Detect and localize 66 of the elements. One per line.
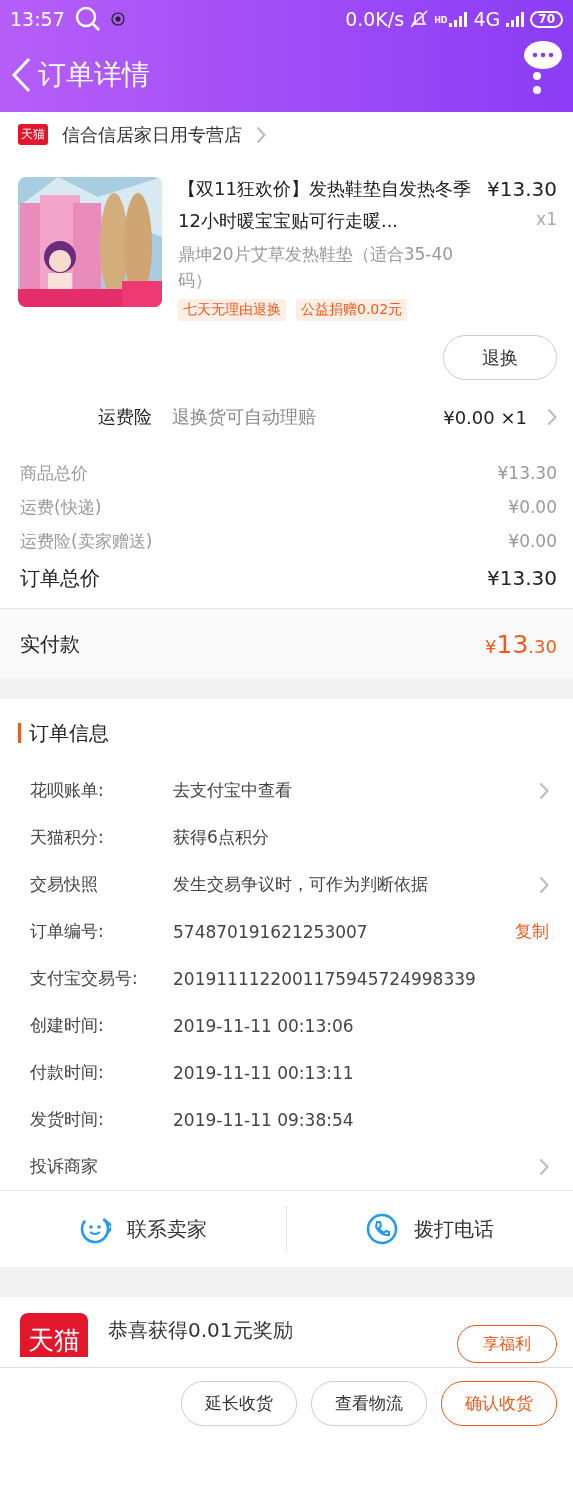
insurance-label: 运费险	[98, 405, 152, 429]
store-name[interactable]: 信合信居家日用专营店	[62, 122, 242, 147]
service-tag: 公益捐赠0.02元	[296, 299, 408, 321]
info-label: 创建时间:	[30, 1014, 105, 1037]
chevron-right-icon	[539, 781, 549, 800]
chevron-right-icon	[539, 1157, 549, 1176]
info-value: 去支付宝中查看	[173, 779, 293, 802]
info-label: 支付宝交易号:	[30, 967, 139, 990]
fee-value: ¥0.00	[508, 531, 557, 551]
clock-time: 13:57	[10, 8, 65, 30]
action-button[interactable]: 查看物流	[311, 1380, 427, 1426]
back-icon[interactable]	[10, 57, 32, 93]
signal-icon	[505, 10, 526, 28]
info-value: 2019-11-11 00:13:06	[173, 1015, 355, 1036]
action-button[interactable]: 延长收货	[181, 1380, 297, 1426]
service-tag: 七天无理由退换	[178, 299, 286, 321]
search-icon	[74, 6, 101, 32]
fee-label: 运费险(卖家赠送)	[20, 529, 153, 553]
section-title: 订单信息	[29, 719, 109, 747]
info-label: 天猫积分:	[30, 826, 105, 849]
fee-label: 商品总价	[20, 461, 88, 485]
total-value: ¥13.30	[487, 566, 557, 590]
info-value: 574870191621253007	[173, 921, 369, 942]
contact-button[interactable]: 拨打电话	[286, 1206, 573, 1252]
insurance-description: 退换货可自动理赔	[172, 405, 317, 429]
reward-message: 恭喜获得0.01元奖励	[108, 1317, 294, 1344]
info-label[interactable]: 投诉商家	[30, 1155, 173, 1178]
info-label[interactable]: 交易快照	[30, 873, 173, 896]
chevron-right-icon	[547, 408, 557, 426]
coin-icon	[110, 12, 125, 26]
product-title[interactable]: 【双11狂欢价】发热鞋垫自发热冬季12小时暖宝宝贴可行走暖...	[178, 173, 471, 237]
info-value: 2019111122001175945724998339	[173, 968, 477, 989]
hd-label: HD	[434, 16, 448, 25]
product-variant: 鼎坤20片艾草发热鞋垫（适合35-40码）	[178, 243, 455, 292]
info-value: 发生交易争议时，可作为判断依据	[173, 873, 429, 896]
fee-value: ¥13.30	[497, 463, 557, 483]
return-button[interactable]: 退换	[443, 335, 557, 380]
info-value: 2019-11-11 00:13:11	[173, 1062, 355, 1083]
info-value: 2019-11-11 09:38:54	[173, 1109, 355, 1130]
fee-value: ¥0.00	[508, 497, 557, 517]
benefit-button[interactable]: 享福利	[457, 1325, 557, 1363]
battery-level: 70	[530, 10, 563, 28]
chevron-right-icon	[256, 125, 266, 144]
tmall-logo: 天猫	[20, 1313, 88, 1357]
network-type: 4G	[473, 8, 501, 30]
paid-amount: ¥13.30	[485, 629, 557, 659]
phone-icon	[366, 1213, 398, 1245]
network-speed: 0.0K/s	[345, 8, 405, 30]
info-label[interactable]: 花呗账单:	[30, 779, 173, 802]
tmall-badge: 天猫	[18, 124, 48, 145]
insurance-price: ¥0.00 ×1	[443, 406, 527, 428]
total-label: 订单总价	[20, 564, 100, 592]
info-label: 订单编号:	[30, 920, 105, 943]
info-label: 付款时间:	[30, 1061, 105, 1084]
section-marker-icon	[18, 723, 21, 743]
product-quantity: x1	[535, 209, 557, 229]
fee-label: 运费(快递)	[20, 495, 102, 519]
product-price: ¥13.30	[487, 177, 557, 201]
contact-button[interactable]: 联系卖家	[0, 1206, 286, 1252]
signal-icon	[448, 10, 469, 28]
page-title: 订单详情	[38, 57, 151, 93]
info-value: 获得6点积分	[173, 826, 270, 849]
info-label: 发货时间:	[30, 1108, 105, 1131]
paid-label: 实付款	[20, 630, 80, 658]
chevron-right-icon	[539, 875, 549, 894]
muted-bell-icon	[409, 9, 430, 29]
